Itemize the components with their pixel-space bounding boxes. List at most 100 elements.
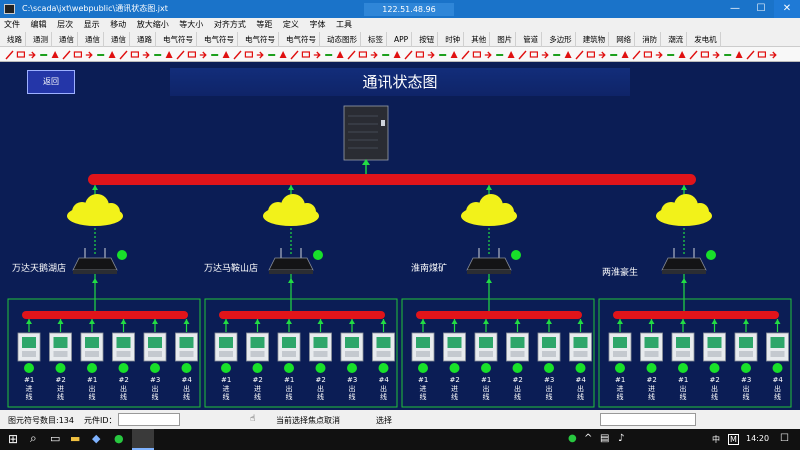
menu-font[interactable]: 字体 bbox=[309, 18, 325, 32]
scada-app-taskbar-button[interactable] bbox=[132, 429, 154, 450]
element-id-field[interactable] bbox=[118, 413, 180, 426]
feeder-label: #3出线 bbox=[150, 376, 161, 401]
menu-edit[interactable]: 编辑 bbox=[31, 18, 47, 32]
main-bus bbox=[88, 174, 696, 185]
tab-item[interactable]: 标签 bbox=[365, 32, 387, 47]
feeder-arrow bbox=[774, 319, 781, 324]
task-view-icon[interactable]: ▭ bbox=[50, 432, 60, 445]
tab-item[interactable]: 消防 bbox=[639, 32, 662, 47]
symbol-line-icon bbox=[461, 50, 470, 60]
tray-chevron-icon[interactable]: ^ bbox=[584, 433, 592, 444]
menu-view[interactable]: 显示 bbox=[84, 18, 100, 32]
meter-keys bbox=[85, 351, 99, 357]
close-button[interactable]: ✕ bbox=[774, 0, 800, 18]
tab-item[interactable]: 通路 bbox=[134, 32, 156, 47]
window-path: C:\scada\jxt\webpublic\通讯状态图.jxt bbox=[22, 4, 168, 13]
network-diagram bbox=[7, 105, 792, 408]
taskbar: ⊞ ⌕ ▭ ▬ ◆ ● ● ^ ▤ ♪ 中 M 14:20 ☐ bbox=[0, 429, 800, 450]
router-body bbox=[72, 257, 118, 271]
tab-item[interactable]: 按钮 bbox=[416, 32, 439, 47]
symbol-line-icon bbox=[518, 50, 527, 60]
feeder-arrow bbox=[483, 319, 489, 324]
meter-icon bbox=[474, 332, 498, 362]
cloud-icon bbox=[656, 194, 712, 226]
router-icon bbox=[268, 248, 314, 274]
app-pinned-icon[interactable]: ◆ bbox=[92, 432, 100, 445]
router-base bbox=[467, 270, 511, 274]
meter-icon bbox=[277, 332, 301, 362]
router-status-light bbox=[706, 250, 716, 260]
meter-keys bbox=[644, 351, 659, 357]
tab-item[interactable]: 潮流 bbox=[665, 32, 688, 47]
feeder-label: #4出线 bbox=[181, 376, 192, 401]
symbol-arrow-icon bbox=[85, 51, 93, 59]
symbol-line-icon bbox=[404, 50, 413, 60]
tab-item[interactable]: 图片 bbox=[494, 32, 517, 47]
app-icon bbox=[4, 4, 15, 14]
tab-item[interactable]: 建筑物 bbox=[580, 32, 610, 47]
tray-app-icon[interactable]: ● bbox=[568, 433, 577, 444]
menu-move[interactable]: 移动 bbox=[110, 18, 126, 32]
ime-mode[interactable]: M bbox=[728, 434, 739, 445]
router-bus-arrow bbox=[681, 278, 687, 283]
tab-item[interactable]: 通测 bbox=[30, 32, 52, 47]
tab-item[interactable]: 多边形 bbox=[546, 32, 576, 47]
menu-file[interactable]: 文件 bbox=[4, 18, 20, 32]
menu-layer[interactable]: 层次 bbox=[57, 18, 73, 32]
menu-define[interactable]: 定义 bbox=[283, 18, 299, 32]
search-icon[interactable]: ⌕ bbox=[30, 431, 37, 446]
tab-item[interactable]: 发电机 bbox=[691, 32, 721, 47]
feeder-arrow bbox=[57, 319, 64, 324]
notification-icon[interactable]: ☐ bbox=[780, 433, 789, 444]
site-group bbox=[598, 185, 792, 408]
file-explorer-icon[interactable]: ▬ bbox=[70, 432, 80, 445]
clock[interactable]: 14:20 bbox=[746, 434, 769, 443]
minimize-button[interactable]: — bbox=[722, 0, 748, 18]
maximize-button[interactable]: ☐ bbox=[748, 0, 774, 18]
menu-tools[interactable]: 工具 bbox=[336, 18, 352, 32]
tab-item[interactable]: 电气符号 bbox=[242, 32, 279, 47]
symbol-arrow-icon bbox=[598, 51, 606, 59]
tab-item[interactable]: APP bbox=[391, 32, 413, 47]
symbol-box-icon bbox=[16, 51, 25, 58]
feeder-arrow bbox=[711, 319, 718, 324]
meter-keys bbox=[376, 351, 391, 357]
tab-item[interactable]: 其他 bbox=[468, 32, 491, 47]
tab-item[interactable]: 通信 bbox=[56, 32, 78, 47]
status-field[interactable] bbox=[600, 413, 696, 426]
symbol-box-icon bbox=[358, 51, 367, 58]
feeder-status-light bbox=[221, 363, 231, 373]
meter-icon bbox=[49, 332, 72, 362]
menu-spacing[interactable]: 等距 bbox=[256, 18, 272, 32]
meter-screen bbox=[676, 337, 690, 348]
tab-item[interactable]: 通信 bbox=[108, 32, 130, 47]
site-group bbox=[401, 185, 595, 408]
tab-item[interactable]: 电气符号 bbox=[201, 32, 238, 47]
tab-item[interactable]: 动态图形 bbox=[324, 32, 361, 47]
tab-item[interactable]: 线路 bbox=[4, 32, 26, 47]
menu-align[interactable]: 对齐方式 bbox=[214, 18, 246, 32]
focus-hint: 当前选择焦点取消 bbox=[276, 416, 340, 425]
feeder-label: #1进线 bbox=[418, 376, 429, 401]
menu-zoom[interactable]: 放大缩小 bbox=[137, 18, 169, 32]
tab-item[interactable]: 电气符号 bbox=[283, 32, 320, 47]
meter-keys bbox=[613, 351, 627, 357]
windows-start-icon[interactable]: ⊞ bbox=[8, 432, 18, 446]
meter-screen bbox=[707, 337, 722, 348]
feeder-label: #4出线 bbox=[378, 376, 389, 401]
volume-icon[interactable]: ♪ bbox=[618, 433, 624, 444]
tab-item[interactable]: 网络 bbox=[613, 32, 636, 47]
tab-item[interactable]: 电气符号 bbox=[160, 32, 197, 47]
symbol-toolbar-icons[interactable] bbox=[0, 47, 800, 62]
symbol-triangle-icon bbox=[678, 51, 686, 58]
tab-item[interactable]: 通信 bbox=[82, 32, 104, 47]
tab-item[interactable]: 时钟 bbox=[442, 32, 465, 47]
symbol-box-icon bbox=[244, 51, 253, 58]
menu-same-size[interactable]: 等大小 bbox=[179, 18, 203, 32]
app-running-icon[interactable]: ● bbox=[114, 432, 124, 445]
feeder-arrow bbox=[743, 319, 749, 324]
tab-item[interactable]: 管道 bbox=[520, 32, 543, 47]
network-icon[interactable]: ▤ bbox=[600, 433, 609, 444]
meter-icon bbox=[608, 332, 632, 362]
input-language[interactable]: 中 bbox=[712, 434, 720, 445]
